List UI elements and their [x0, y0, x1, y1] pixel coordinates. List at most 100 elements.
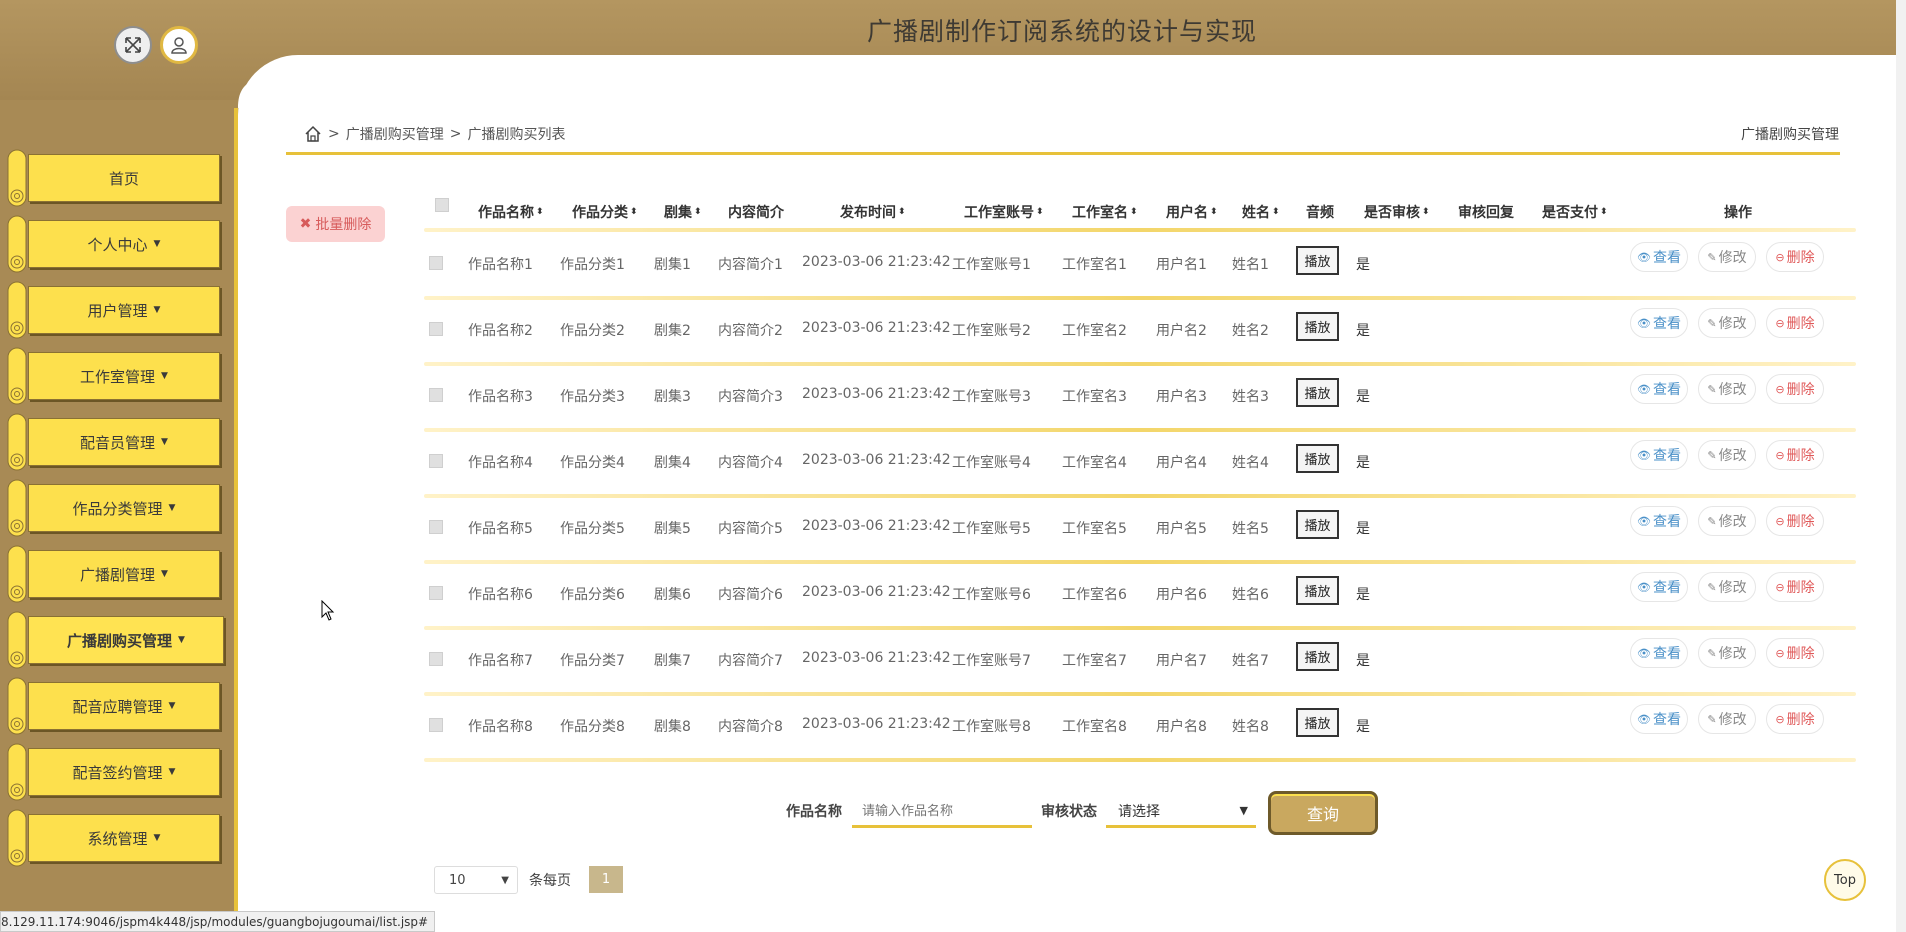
- sidebar-item-label[interactable]: 首页: [28, 154, 220, 202]
- review-status-select[interactable]: 请选择 ▼: [1106, 796, 1256, 828]
- edit-button[interactable]: ✎ 修改: [1698, 374, 1756, 404]
- sidebar-item-recruitment-management[interactable]: 配音应聘管理 ▼: [6, 677, 220, 735]
- column-header-reviewed[interactable]: 是否审核 ⬍: [1364, 202, 1430, 222]
- row-checkbox[interactable]: [429, 718, 443, 732]
- column-header-realname[interactable]: 姓名 ⬍: [1242, 202, 1280, 222]
- row-checkbox[interactable]: [429, 322, 443, 336]
- sidebar-item-label[interactable]: 广播剧管理 ▼: [28, 550, 220, 598]
- page-size-value: 10: [449, 872, 466, 888]
- sidebar-item-purchase-management[interactable]: 广播剧购买管理 ▼: [6, 611, 224, 669]
- column-header-episode[interactable]: 剧集 ⬍: [664, 202, 702, 222]
- user-button[interactable]: [160, 26, 198, 64]
- back-to-top-button[interactable]: Top: [1824, 859, 1866, 901]
- delete-button-label: 删除: [1786, 250, 1815, 266]
- fullscreen-button[interactable]: [114, 26, 152, 64]
- select-all-checkbox[interactable]: [435, 198, 449, 212]
- delete-button[interactable]: ⊖ 删除: [1766, 440, 1824, 470]
- play-audio-button[interactable]: 播放: [1296, 444, 1339, 473]
- page-number-current[interactable]: 1: [589, 866, 623, 893]
- delete-button[interactable]: ⊖ 删除: [1766, 374, 1824, 404]
- sidebar-item-voice-actor-management[interactable]: 配音员管理 ▼: [6, 413, 220, 471]
- cell-publish-time: 2023-03-06 21:23:42: [802, 254, 951, 270]
- cell-reviewed: 是: [1356, 257, 1370, 273]
- row-checkbox[interactable]: [429, 454, 443, 468]
- query-button[interactable]: 查询: [1268, 791, 1378, 835]
- batch-delete-button[interactable]: ✖ 批量删除: [286, 206, 385, 242]
- column-header-studio-account[interactable]: 工作室账号 ⬍: [964, 202, 1044, 222]
- sidebar-item-category-management[interactable]: 作品分类管理 ▼: [6, 479, 220, 537]
- delete-button[interactable]: ⊖ 删除: [1766, 308, 1824, 338]
- play-audio-button[interactable]: 播放: [1296, 378, 1339, 407]
- edit-button-label: 修改: [1718, 382, 1747, 398]
- sidebar-item-personal-center[interactable]: 个人中心 ▼: [6, 215, 220, 273]
- edit-button[interactable]: ✎ 修改: [1698, 242, 1756, 272]
- play-audio-button[interactable]: 播放: [1296, 642, 1339, 671]
- sidebar-item-label[interactable]: 配音员管理 ▼: [28, 418, 220, 466]
- cell-studio-account: 工作室账号2: [952, 323, 1031, 339]
- scroll-icon: [7, 413, 27, 471]
- delete-button[interactable]: ⊖ 删除: [1766, 638, 1824, 668]
- sidebar-item-drama-management[interactable]: 广播剧管理 ▼: [6, 545, 220, 603]
- delete-button[interactable]: ⊖ 删除: [1766, 704, 1824, 734]
- edit-button[interactable]: ✎ 修改: [1698, 506, 1756, 536]
- view-button[interactable]: 👁 查看: [1630, 638, 1688, 668]
- column-header-username[interactable]: 用户名 ⬍: [1166, 202, 1218, 222]
- sidebar-item-home[interactable]: 首页: [6, 149, 220, 207]
- row-checkbox[interactable]: [429, 520, 443, 534]
- home-icon[interactable]: [304, 125, 322, 143]
- delete-button[interactable]: ⊖ 删除: [1766, 242, 1824, 272]
- breadcrumb-level1[interactable]: 广播剧购买管理: [346, 124, 444, 144]
- row-checkbox[interactable]: [429, 586, 443, 600]
- vertical-scrollbar[interactable]: [1896, 0, 1906, 932]
- column-header-publish-time[interactable]: 发布时间 ⬍: [840, 202, 906, 222]
- cell-publish-time: 2023-03-06 21:23:42: [802, 584, 951, 600]
- sidebar-item-studio-management[interactable]: 工作室管理 ▼: [6, 347, 220, 405]
- play-audio-button[interactable]: 播放: [1296, 576, 1339, 605]
- edit-button[interactable]: ✎ 修改: [1698, 638, 1756, 668]
- view-button[interactable]: 👁 查看: [1630, 704, 1688, 734]
- sidebar-item-user-management[interactable]: 用户管理 ▼: [6, 281, 220, 339]
- header-label: 剧集: [664, 205, 692, 221]
- play-audio-button[interactable]: 播放: [1296, 246, 1339, 275]
- sidebar-item-label[interactable]: 配音应聘管理 ▼: [28, 682, 220, 730]
- edit-button[interactable]: ✎ 修改: [1698, 704, 1756, 734]
- play-audio-button[interactable]: 播放: [1296, 510, 1339, 539]
- row-checkbox[interactable]: [429, 388, 443, 402]
- view-button[interactable]: 👁 查看: [1630, 374, 1688, 404]
- sidebar-item-system-management[interactable]: 系统管理 ▼: [6, 809, 220, 867]
- edit-button[interactable]: ✎ 修改: [1698, 572, 1756, 602]
- row-checkbox[interactable]: [429, 652, 443, 666]
- eye-icon: 👁: [1637, 448, 1651, 462]
- sidebar-item-label[interactable]: 工作室管理 ▼: [28, 352, 220, 400]
- edit-button[interactable]: ✎ 修改: [1698, 308, 1756, 338]
- column-header-paid[interactable]: 是否支付 ⬍: [1542, 202, 1608, 222]
- view-button-label: 查看: [1652, 646, 1681, 662]
- sidebar: 首页 个人中心 ▼ 用户管理 ▼ 工作室管理 ▼ 配音员管理 ▼ 作品分类管理 ▼ 广播剧…: [0, 108, 238, 932]
- search-name-input[interactable]: [852, 796, 1032, 828]
- sidebar-item-contract-management[interactable]: 配音签约管理 ▼: [6, 743, 220, 801]
- sidebar-item-label[interactable]: 配音签约管理 ▼: [28, 748, 220, 796]
- cell-episode: 剧集8: [654, 719, 691, 735]
- cell-realname: 姓名4: [1232, 455, 1269, 471]
- pen-icon: ✎: [1707, 580, 1717, 594]
- sidebar-item-label[interactable]: 作品分类管理 ▼: [28, 484, 220, 532]
- play-audio-button[interactable]: 播放: [1296, 708, 1339, 737]
- view-button[interactable]: 👁 查看: [1630, 308, 1688, 338]
- column-header-studio-name[interactable]: 工作室名 ⬍: [1072, 202, 1138, 222]
- sidebar-item-label[interactable]: 系统管理 ▼: [28, 814, 220, 862]
- edit-button[interactable]: ✎ 修改: [1698, 440, 1756, 470]
- column-header-name[interactable]: 作品名称 ⬍: [478, 202, 544, 222]
- sidebar-item-label[interactable]: 广播剧购买管理 ▼: [28, 616, 224, 664]
- view-button[interactable]: 👁 查看: [1630, 506, 1688, 536]
- delete-button[interactable]: ⊖ 删除: [1766, 506, 1824, 536]
- sidebar-item-label[interactable]: 个人中心 ▼: [28, 220, 220, 268]
- play-audio-button[interactable]: 播放: [1296, 312, 1339, 341]
- sidebar-item-label[interactable]: 用户管理 ▼: [28, 286, 220, 334]
- column-header-category[interactable]: 作品分类 ⬍: [572, 202, 638, 222]
- row-checkbox[interactable]: [429, 256, 443, 270]
- delete-button[interactable]: ⊖ 删除: [1766, 572, 1824, 602]
- page-size-select[interactable]: 10 ▼: [434, 866, 518, 894]
- view-button[interactable]: 👁 查看: [1630, 440, 1688, 470]
- view-button[interactable]: 👁 查看: [1630, 572, 1688, 602]
- view-button[interactable]: 👁 查看: [1630, 242, 1688, 272]
